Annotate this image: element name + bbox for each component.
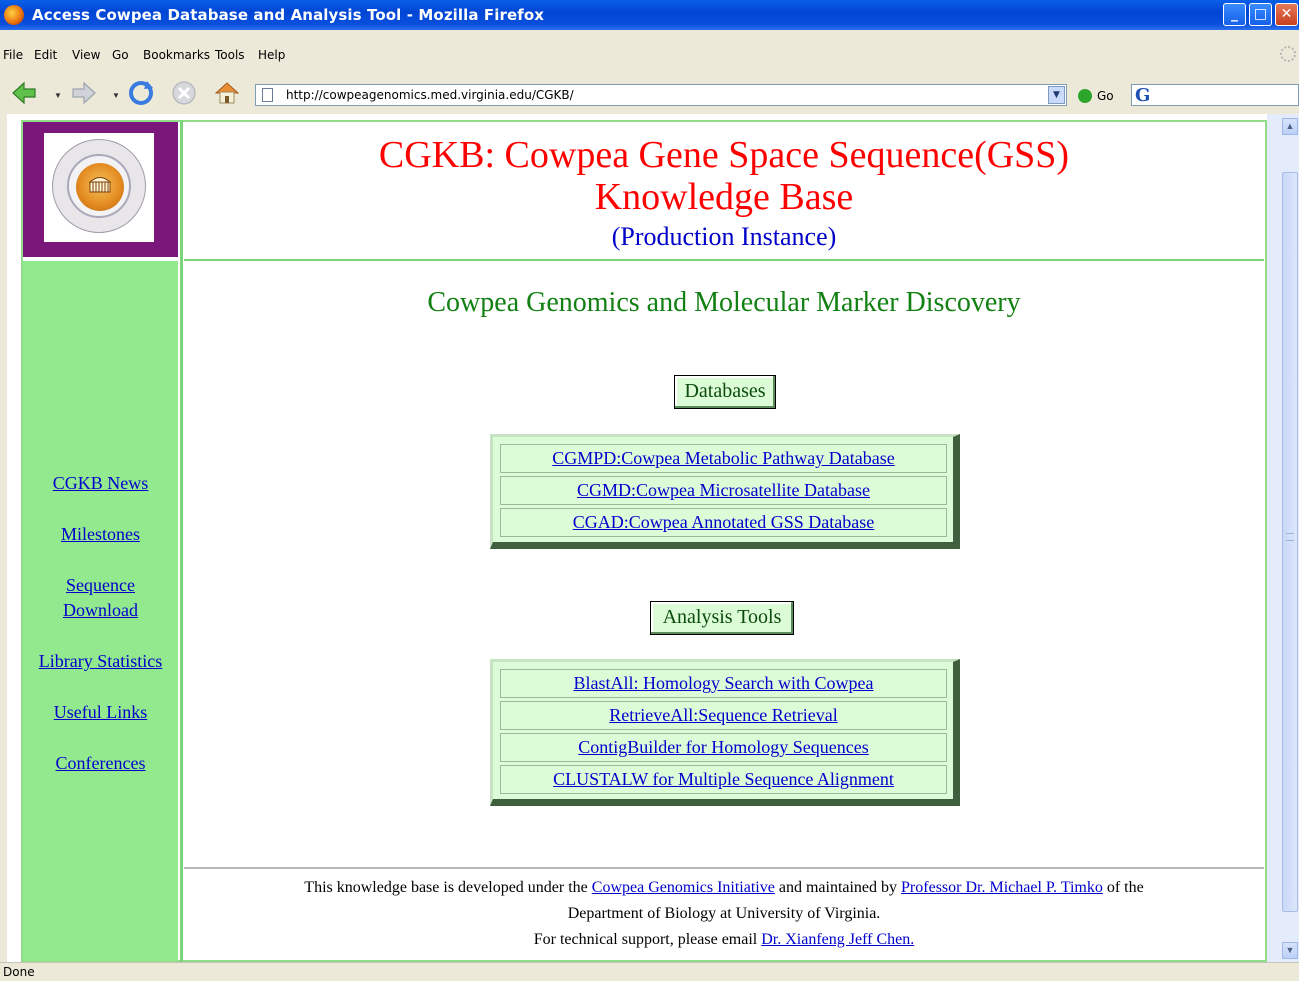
- minimize-button[interactable]: _: [1223, 3, 1246, 26]
- footer-link-cowpea-genomics-initiative[interactable]: Cowpea Genomics Initiative: [592, 879, 775, 896]
- tool-link-blastall[interactable]: BlastAll: Homology Search with Cowpea: [500, 669, 947, 698]
- page-viewport: CGKB: Cowpea Gene Space Sequence(GSS) Kn…: [7, 114, 1267, 962]
- sidebar-link-download[interactable]: Download: [23, 598, 178, 623]
- footer-text: This knowledge base is developed under t…: [304, 879, 592, 896]
- tool-link-clustalw[interactable]: CLUSTALW for Multiple Sequence Alignment: [500, 765, 947, 794]
- forward-arrow-icon[interactable]: [70, 79, 98, 107]
- search-box[interactable]: G: [1131, 84, 1299, 106]
- logo-cell: [23, 122, 178, 257]
- menu-edit[interactable]: Edit: [34, 48, 57, 62]
- main-content: Cowpea Genomics and Molecular Marker Dis…: [184, 261, 1264, 961]
- sidebar-link-milestones[interactable]: Milestones: [23, 522, 178, 547]
- sidebar-link-cgkb-news[interactable]: CGKB News: [23, 471, 178, 496]
- analysis-tools-box: BlastAll: Homology Search with Cowpea Re…: [490, 659, 960, 806]
- database-link-cgmd[interactable]: CGMD:Cowpea Microsatellite Database: [500, 476, 947, 505]
- vertical-divider: [180, 120, 183, 962]
- databases-heading: Databases: [674, 375, 776, 409]
- page-title-line2: Knowledge Base: [594, 176, 854, 218]
- footer-line3: For technical support, please email Dr. …: [184, 927, 1264, 953]
- back-arrow-icon[interactable]: [10, 79, 38, 107]
- close-button[interactable]: ✕: [1275, 3, 1298, 26]
- sidebar-link-sequence[interactable]: Sequence: [23, 573, 178, 598]
- footer-text: For technical support, please email: [533, 931, 762, 948]
- menu-file[interactable]: File: [3, 48, 23, 62]
- vertical-scrollbar[interactable]: ▲ ▼: [1267, 114, 1299, 962]
- databases-box: CGMPD:Cowpea Metabolic Pathway Database …: [490, 434, 960, 549]
- stop-icon[interactable]: [170, 79, 198, 107]
- url-bar[interactable]: http://cowpeagenomics.med.virginia.edu/C…: [255, 84, 1067, 106]
- footer-link-chen-email[interactable]: Dr. Xianfeng Jeff Chen.: [761, 931, 914, 948]
- menu-bookmarks[interactable]: Bookmarks: [143, 48, 210, 62]
- status-bar: Done: [0, 962, 1299, 981]
- page-title-line1: CGKB: Cowpea Gene Space Sequence(GSS): [378, 134, 1070, 176]
- navigation-toolbar: ▼ ▼ http://cowpeagenomics.med.virginia.e…: [0, 73, 1299, 113]
- google-search-icon: G: [1135, 85, 1151, 106]
- footer-text: of the: [1102, 879, 1144, 896]
- status-text: Done: [3, 965, 35, 979]
- footer: This knowledge base is developed under t…: [184, 875, 1264, 953]
- sidebar-link-useful-links[interactable]: Useful Links: [23, 700, 178, 725]
- home-icon[interactable]: [213, 79, 241, 107]
- footer-line1: This knowledge base is developed under t…: [184, 875, 1264, 901]
- tool-link-contigbuilder[interactable]: ContigBuilder for Homology Sequences: [500, 733, 947, 762]
- sidebar: CGKB News Milestones Sequence Download L…: [23, 261, 178, 961]
- scroll-down-arrow-icon[interactable]: ▼: [1282, 942, 1298, 959]
- reload-icon[interactable]: [127, 79, 155, 107]
- sidebar-link-library-statistics[interactable]: Library Statistics: [23, 649, 178, 674]
- menu-go[interactable]: Go: [112, 48, 129, 62]
- page-icon: [262, 88, 273, 102]
- scroll-up-arrow-icon[interactable]: ▲: [1282, 118, 1298, 135]
- database-link-cgmpd[interactable]: CGMPD:Cowpea Metabolic Pathway Database: [500, 444, 947, 473]
- url-text[interactable]: http://cowpeagenomics.med.virginia.edu/C…: [286, 88, 574, 102]
- university-seal-logo: [52, 139, 146, 233]
- scrollbar-thumb[interactable]: [1282, 172, 1298, 912]
- analysis-tools-heading: Analysis Tools: [650, 601, 794, 635]
- url-dropdown-icon[interactable]: ▼: [1048, 86, 1065, 104]
- page-header: CGKB: Cowpea Gene Space Sequence(GSS) Kn…: [184, 122, 1264, 257]
- maximize-button[interactable]: □: [1249, 3, 1272, 26]
- sidebar-link-conferences[interactable]: Conferences: [23, 751, 178, 776]
- footer-text: and maintained by: [774, 879, 902, 896]
- window-titlebar: Access Cowpea Database and Analysis Tool…: [0, 0, 1299, 30]
- firefox-icon: [4, 5, 24, 25]
- database-link-cgad[interactable]: CGAD:Cowpea Annotated GSS Database: [500, 508, 947, 537]
- page-title-instance: (Production Instance): [611, 222, 837, 251]
- go-button[interactable]: Go: [1097, 89, 1114, 103]
- footer-link-timko[interactable]: Professor Dr. Michael P. Timko: [901, 879, 1103, 896]
- back-dropdown-icon[interactable]: ▼: [54, 91, 62, 100]
- forward-dropdown-icon[interactable]: ▼: [112, 91, 120, 100]
- throbber-icon: [1280, 46, 1296, 62]
- footer-line2: Department of Biology at University of V…: [567, 905, 881, 922]
- window-title: Access Cowpea Database and Analysis Tool…: [32, 6, 545, 24]
- go-icon[interactable]: [1078, 89, 1092, 103]
- menu-view[interactable]: View: [72, 48, 100, 62]
- menu-help[interactable]: Help: [258, 48, 285, 62]
- page-subtitle: Cowpea Genomics and Molecular Marker Dis…: [427, 287, 1021, 318]
- menu-tools[interactable]: Tools: [215, 48, 245, 62]
- footer-divider: [184, 867, 1264, 869]
- menu-bar: File Edit View Go Bookmarks Tools Help: [0, 44, 1299, 66]
- tool-link-retrieveall[interactable]: RetrieveAll:Sequence Retrieval: [500, 701, 947, 730]
- rotunda-icon: [88, 177, 112, 193]
